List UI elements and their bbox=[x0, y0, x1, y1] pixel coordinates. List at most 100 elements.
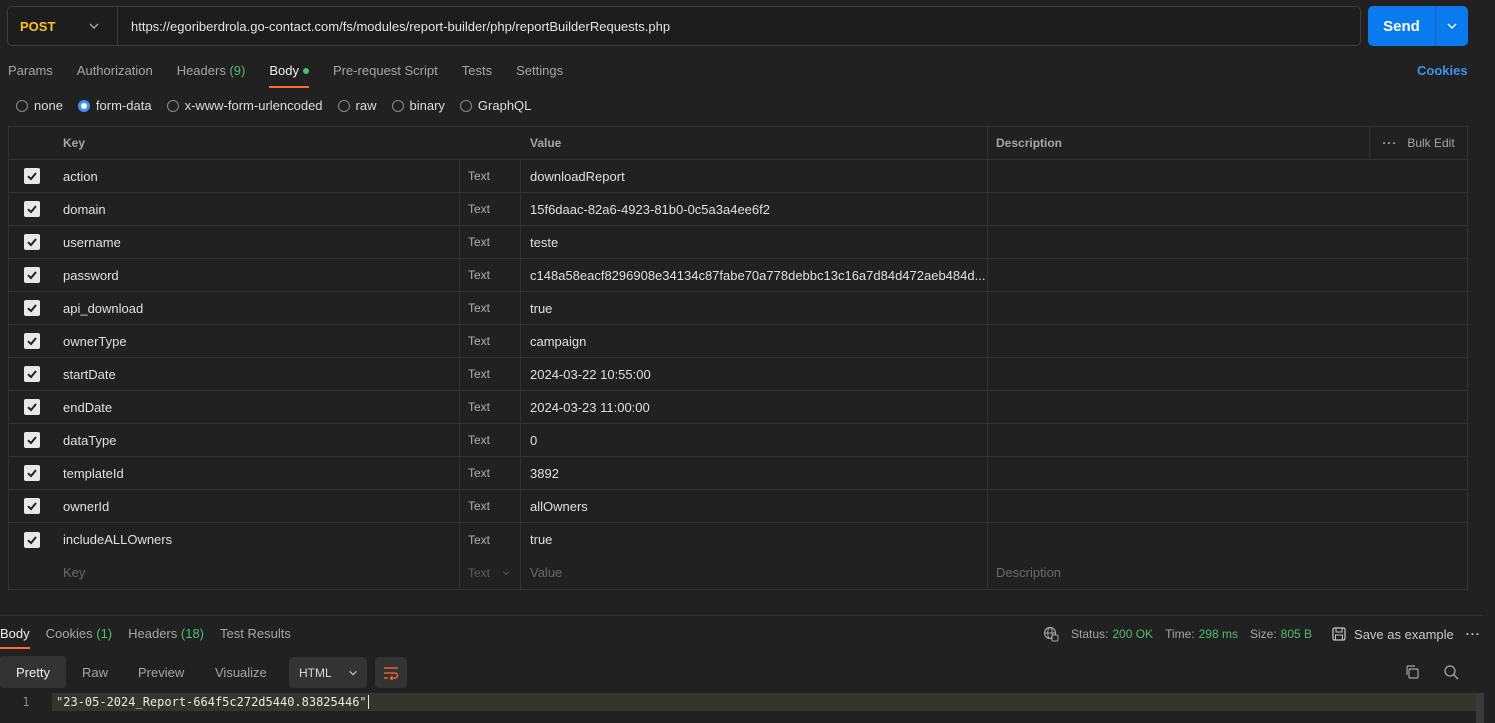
row-checkbox[interactable] bbox=[23, 366, 40, 382]
row-value[interactable]: campaign bbox=[521, 325, 988, 357]
row-checkbox[interactable] bbox=[23, 531, 40, 548]
row-key[interactable]: startDate bbox=[54, 358, 460, 390]
row-checkbox[interactable] bbox=[23, 234, 40, 250]
send-options-button[interactable] bbox=[1435, 6, 1468, 46]
tab-params[interactable]: Params bbox=[8, 57, 53, 85]
row-description[interactable] bbox=[988, 193, 1467, 225]
row-description[interactable] bbox=[988, 160, 1467, 192]
tab-pre-request-script[interactable]: Pre-request Script bbox=[333, 57, 438, 85]
tab-tests[interactable]: Tests bbox=[462, 57, 492, 85]
row-value[interactable]: 0 bbox=[521, 424, 988, 456]
format-select[interactable]: HTML bbox=[289, 657, 367, 688]
row-type-select[interactable]: Text bbox=[460, 358, 521, 390]
row-type-select[interactable]: Text bbox=[460, 490, 521, 522]
row-key[interactable]: api_download bbox=[54, 292, 460, 324]
row-type-select[interactable]: Text bbox=[460, 259, 521, 291]
wrap-lines-button[interactable] bbox=[375, 657, 407, 688]
size-value[interactable]: 805 B bbox=[1281, 627, 1312, 641]
row-value[interactable]: 2024-03-23 11:00:00 bbox=[521, 391, 988, 423]
row-value[interactable]: true bbox=[521, 523, 988, 556]
row-key[interactable]: username bbox=[54, 226, 460, 258]
row-description[interactable] bbox=[988, 292, 1467, 324]
row-description[interactable] bbox=[988, 358, 1467, 390]
send-button[interactable]: Send bbox=[1368, 6, 1435, 46]
row-key[interactable]: templateId bbox=[54, 457, 460, 489]
row-description[interactable] bbox=[988, 424, 1467, 456]
response-code[interactable]: "23-05-2024_Report-664f5c272d5440.838254… bbox=[52, 693, 1476, 711]
row-type-select[interactable]: Text bbox=[460, 391, 521, 423]
response-tab-test-results[interactable]: Test Results bbox=[220, 620, 291, 648]
response-tab-headers[interactable]: Headers (18) bbox=[128, 620, 204, 648]
view-raw[interactable]: Raw bbox=[66, 656, 124, 688]
row-type-select[interactable]: Text bbox=[460, 160, 521, 192]
row-key[interactable]: ownerId bbox=[54, 490, 460, 522]
tab-headers[interactable]: Headers (9) bbox=[177, 57, 246, 85]
row-checkbox[interactable] bbox=[23, 168, 40, 184]
row-description[interactable] bbox=[988, 259, 1467, 291]
row-value[interactable]: true bbox=[521, 292, 988, 324]
response-tab-body[interactable]: Body bbox=[0, 620, 30, 649]
row-description[interactable] bbox=[988, 490, 1467, 522]
row-key[interactable]: action bbox=[54, 160, 460, 192]
row-key[interactable]: dataType bbox=[54, 424, 460, 456]
status-value[interactable]: 200 OK bbox=[1112, 627, 1153, 641]
view-preview[interactable]: Preview bbox=[122, 656, 200, 688]
radio-form-data[interactable]: form-data bbox=[77, 98, 152, 113]
row-type-select[interactable]: Text bbox=[460, 193, 521, 225]
row-key[interactable]: ownerType bbox=[54, 325, 460, 357]
new-description-input[interactable]: Description bbox=[988, 556, 1467, 589]
row-checkbox[interactable] bbox=[23, 432, 40, 448]
row-checkbox[interactable] bbox=[23, 300, 40, 316]
radio-raw[interactable]: raw bbox=[337, 98, 377, 113]
row-checkbox[interactable] bbox=[23, 267, 40, 283]
more-options-icon[interactable]: ··· bbox=[1466, 627, 1481, 641]
row-key[interactable]: password bbox=[54, 259, 460, 291]
row-description[interactable] bbox=[988, 391, 1467, 423]
row-value[interactable]: teste bbox=[521, 226, 988, 258]
tab-settings[interactable]: Settings bbox=[516, 57, 563, 85]
row-type-select[interactable]: Text bbox=[460, 226, 521, 258]
row-value[interactable]: c148a58eacf8296908e34134c87fabe70a778deb… bbox=[521, 259, 988, 291]
row-value[interactable]: 2024-03-22 10:55:00 bbox=[521, 358, 988, 390]
search-icon[interactable] bbox=[1443, 664, 1459, 683]
new-value-input[interactable]: Value bbox=[521, 556, 988, 589]
radio-graphql[interactable]: GraphQL bbox=[459, 98, 531, 113]
row-description[interactable] bbox=[988, 226, 1467, 258]
row-value[interactable]: 15f6daac-82a6-4923-81b0-0c5a3a4ee6f2 bbox=[521, 193, 988, 225]
row-description[interactable] bbox=[988, 325, 1467, 357]
radio-none[interactable]: none bbox=[16, 98, 63, 113]
row-checkbox[interactable] bbox=[23, 465, 40, 481]
new-type-select[interactable]: Text bbox=[460, 556, 521, 589]
save-as-example-button[interactable]: Save as example bbox=[1332, 627, 1454, 642]
row-type-select[interactable]: Text bbox=[460, 325, 521, 357]
row-description[interactable] bbox=[988, 523, 1467, 556]
view-pretty[interactable]: Pretty bbox=[0, 656, 66, 688]
view-visualize[interactable]: Visualize bbox=[199, 656, 283, 688]
row-type-select[interactable]: Text bbox=[460, 523, 521, 556]
bulk-edit-button[interactable]: Bulk Edit bbox=[1407, 136, 1454, 150]
response-scrollbar[interactable] bbox=[1476, 693, 1484, 723]
row-description[interactable] bbox=[988, 457, 1467, 489]
tab-body[interactable]: Body bbox=[269, 57, 309, 88]
copy-icon[interactable] bbox=[1404, 664, 1420, 683]
row-checkbox[interactable] bbox=[23, 333, 40, 349]
row-key[interactable]: endDate bbox=[54, 391, 460, 423]
row-value[interactable]: allOwners bbox=[521, 490, 988, 522]
row-checkbox[interactable] bbox=[23, 498, 40, 514]
row-key[interactable]: domain bbox=[54, 193, 460, 225]
row-key[interactable]: includeALLOwners bbox=[54, 523, 460, 556]
row-value[interactable]: 3892 bbox=[521, 457, 988, 489]
more-icon[interactable]: ··· bbox=[1382, 136, 1397, 150]
cookies-link[interactable]: Cookies bbox=[1417, 63, 1468, 78]
row-checkbox[interactable] bbox=[23, 201, 40, 217]
url-input[interactable]: https://egoriberdrola.go-contact.com/fs/… bbox=[118, 19, 670, 34]
row-checkbox[interactable] bbox=[23, 399, 40, 415]
row-value[interactable]: downloadReport bbox=[521, 160, 988, 192]
radio-x-www-form-urlencoded[interactable]: x-www-form-urlencoded bbox=[166, 98, 323, 113]
time-value[interactable]: 298 ms bbox=[1199, 627, 1238, 641]
row-type-select[interactable]: Text bbox=[460, 457, 521, 489]
new-key-input[interactable]: Key bbox=[54, 556, 460, 589]
radio-binary[interactable]: binary bbox=[391, 98, 445, 113]
globe-icon[interactable] bbox=[1043, 626, 1059, 642]
tab-authorization[interactable]: Authorization bbox=[77, 57, 153, 85]
